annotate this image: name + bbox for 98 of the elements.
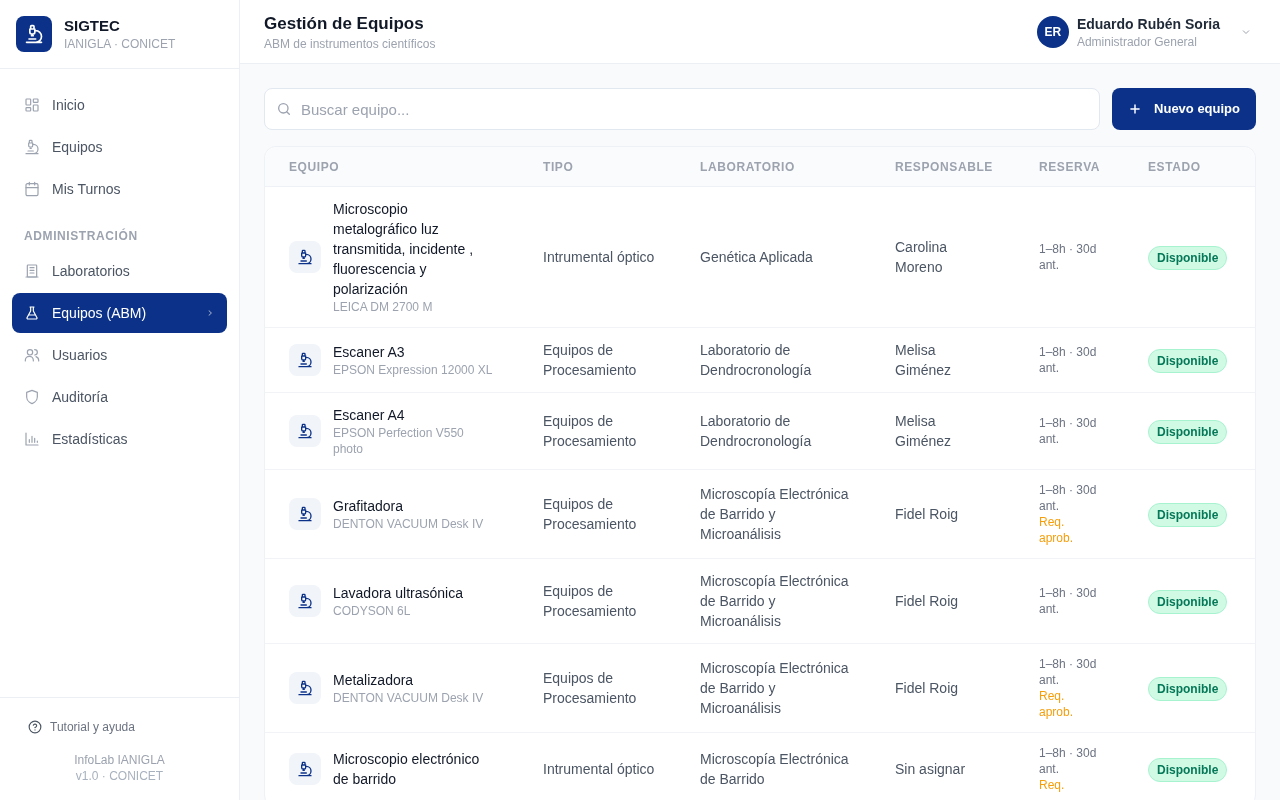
responsible-cell-text: Sin asignar <box>895 760 967 779</box>
status-badge: Disponible <box>1148 676 1228 701</box>
approval-note: Req. <box>1039 777 1066 793</box>
status-badge: Disponible <box>1148 245 1228 270</box>
equipment-model: DENTON VACUUM Desk IV <box>333 516 484 532</box>
microscope-icon <box>297 249 313 265</box>
microscope-icon <box>297 506 313 522</box>
type-cell-text: Equipos de Procesamiento <box>543 495 638 534</box>
status-badge: Disponible <box>1148 502 1228 527</box>
responsible-cell-text: Carolina Moreno <box>895 238 949 277</box>
sidebar-item[interactable]: Equipos (ABM) <box>12 293 227 333</box>
responsible-cell-text: Fidel Roig <box>895 505 960 524</box>
equipment-name: Grafitadora <box>333 497 405 516</box>
page-subtitle: ABM de instrumentos científicos <box>264 35 436 52</box>
reserve-cell-text: 1–8h · 30d ant. <box>1039 585 1098 617</box>
equipment-name: Escaner A3 <box>333 343 406 362</box>
microscope-icon <box>297 593 313 609</box>
sidebar-item[interactable]: Estadísticas <box>12 419 227 459</box>
search-icon <box>276 101 292 117</box>
sidebar-item[interactable]: Mis Turnos <box>12 169 227 209</box>
help-icon <box>28 720 42 734</box>
reserve-cell-text: 1–8h · 30d ant. <box>1039 482 1098 514</box>
microscope-icon <box>297 761 313 777</box>
flask-icon <box>24 305 40 321</box>
reserve-cell-text: 1–8h · 30d ant. <box>1039 745 1098 777</box>
app-subtitle: IANIGLA · CONICET <box>64 36 176 52</box>
lab-cell-text: Laboratorio de Dendrocronología <box>700 412 813 451</box>
column-header: TIPO <box>543 158 574 176</box>
sidebar-item[interactable]: Laboratorios <box>12 251 227 291</box>
sidebar-item[interactable]: Inicio <box>12 85 227 125</box>
responsible-cell-text: Melisa Giménez <box>895 412 953 451</box>
lab-cell-text: Genética Aplicada <box>700 248 814 267</box>
status-badge: Disponible <box>1148 757 1228 782</box>
search-field[interactable]: Buscar equipo... <box>264 88 1101 130</box>
page-title: Gestión de Equipos <box>264 12 425 35</box>
responsible-cell-text: Fidel Roig <box>895 592 960 611</box>
column-header: EQUIPO <box>289 158 340 176</box>
responsible-cell-text: Melisa Giménez <box>895 341 953 380</box>
equipment-name: Escaner A4 <box>333 406 406 425</box>
type-cell-text: Equipos de Procesamiento <box>543 341 638 380</box>
microscope-icon <box>297 423 313 439</box>
equipment-model: EPSON Perfection V550 photo <box>333 425 465 457</box>
lab-cell-text: Microscopía Electrónica de Barrido y Microanálisis <box>700 572 850 631</box>
column-header: RESPONSABLE <box>895 158 993 176</box>
reserve-cell-text: 1–8h · 30d ant. <box>1039 415 1098 447</box>
status-badge: Disponible <box>1148 348 1228 373</box>
responsible-cell-text: Fidel Roig <box>895 679 960 698</box>
equipment-name: Microscopio electrónico de barrido <box>333 750 481 789</box>
equipment-model: LEICA DM 2700 M <box>333 299 434 315</box>
lab-cell-text: Laboratorio de Dendrocronología <box>700 341 813 380</box>
sidebar-item[interactable]: Auditoría <box>12 377 227 417</box>
microscope-icon <box>24 139 40 155</box>
status-badge: Disponible <box>1148 589 1228 614</box>
microscope-icon <box>24 24 44 44</box>
microscope-icon <box>297 680 313 696</box>
plus-icon <box>1128 102 1143 116</box>
equipment-model: DENTON VACUUM Desk IV <box>333 690 484 706</box>
calendar-icon <box>24 181 40 197</box>
microscope-icon <box>297 352 313 368</box>
lab-cell-text: Microscopía Electrónica de Barrido y Microanálisis <box>700 659 850 718</box>
user-menu[interactable]: ER Eduardo Rubén Soria Administrador General <box>1036 13 1256 50</box>
equipment-name: Microscopio metalográfico luz transmitida, incidente , fluorescencia y polarización <box>333 200 475 299</box>
help-link[interactable]: Tutorial y ayuda <box>28 718 211 736</box>
footer-version: v1.0 · CONICET <box>74 768 165 784</box>
bar-chart-icon <box>24 431 40 447</box>
equipment-model: CODYSON 6L <box>333 603 412 619</box>
reserve-cell-text: 1–8h · 30d ant. <box>1039 656 1098 688</box>
grid-icon <box>24 97 40 113</box>
equipment-name: Lavadora ultrasónica <box>333 584 463 603</box>
section-title: ADMINISTRACIÓN <box>23 227 139 245</box>
status-badge: Disponible <box>1148 419 1228 444</box>
lab-cell-text: Microscopía Electrónica de Barrido <box>700 750 850 789</box>
app-name: SIGTEC <box>64 16 121 36</box>
reserve-cell-text: 1–8h · 30d ant. <box>1039 241 1098 273</box>
user-avatar: ER <box>1036 15 1069 48</box>
users-icon <box>24 347 40 363</box>
type-cell-text: Equipos de Procesamiento <box>543 582 638 621</box>
user-name: Eduardo Rubén Soria <box>1076 14 1220 34</box>
sidebar-item[interactable]: Usuarios <box>12 335 227 375</box>
type-cell-text: Intrumental óptico <box>543 248 656 267</box>
equipment-model: EPSON Expression 12000 XL <box>333 362 493 378</box>
reserve-cell-text: 1–8h · 30d ant. <box>1039 344 1098 376</box>
approval-note: Req. aprob. <box>1039 514 1075 546</box>
footer-name: InfoLab IANIGLA <box>73 752 166 768</box>
column-header: RESERVA <box>1039 158 1101 176</box>
equipment-name: Metalizadora <box>333 671 415 690</box>
building-icon <box>24 263 40 279</box>
type-cell-text: Equipos de Procesamiento <box>543 669 638 708</box>
new-equipment-button[interactable]: Nuevo equipo <box>1112 88 1256 130</box>
column-header: LABORATORIO <box>700 158 795 176</box>
type-cell-text: Intrumental óptico <box>543 760 656 779</box>
user-role: Administrador General <box>1076 33 1198 50</box>
lab-cell-text: Microscopía Electrónica de Barrido y Microanálisis <box>700 485 850 544</box>
approval-note: Req. aprob. <box>1039 688 1075 720</box>
column-header: ESTADO <box>1148 158 1201 176</box>
type-cell-text: Equipos de Procesamiento <box>543 412 638 451</box>
sidebar-item[interactable]: Equipos <box>12 127 227 167</box>
shield-icon <box>24 389 40 405</box>
